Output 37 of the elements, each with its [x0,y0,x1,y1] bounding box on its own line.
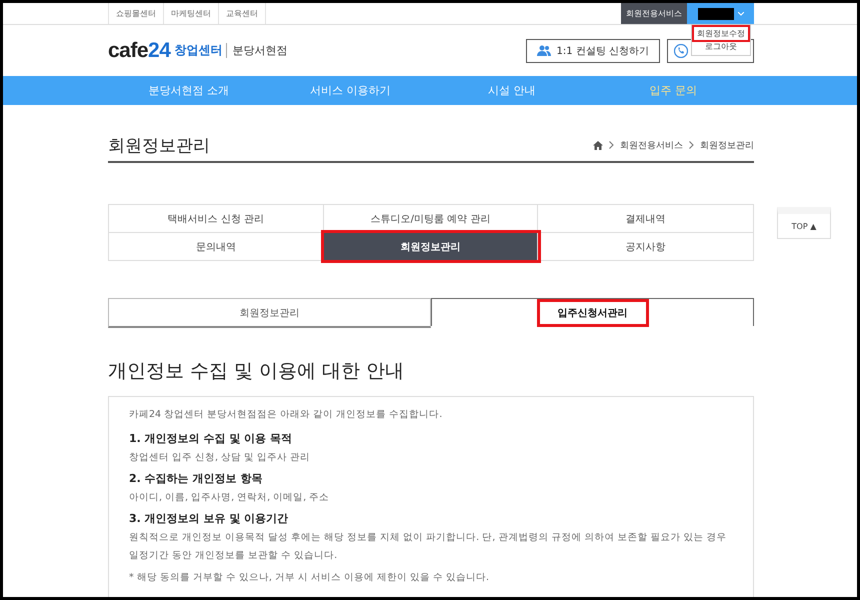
dropdown-item[interactable]: 로그아웃 [702,40,740,53]
body-text: * 해당 동의를 거부할 수 있으나, 거부 시 서비스 이용에 제한이 있을 수 있습니다. [129,571,490,585]
phone-icon [674,44,688,58]
user-menu-button[interactable] [687,3,754,24]
top-link[interactable]: 교육센터 [218,3,266,24]
breadcrumb-item[interactable]: 회원정보관리 [700,138,754,152]
body-text: 원칙적으로 개인정보 이용목적 달성 후에는 해당 정보를 지체 없이 파기합니다. 단, 관계법령의 규정에 의하여 보존할 필요가 있는 경우 일정기간 동안 개인정보를 보관할 수 있습니다. [129,531,728,563]
chevron-icon [609,141,614,149]
service-menu-item[interactable]: 결제내역 [538,205,753,233]
service-menu-item[interactable]: 회원정보관리 [324,233,538,260]
center-name: 창업센터 [174,42,222,59]
service-menu-item[interactable]: 공지사항 [538,233,753,260]
section-heading: 개인정보 수집 및 이용에 대한 안내 [108,359,406,384]
consulting-button[interactable]: 1:1 컨설팅 신청하기 [526,38,660,62]
top-link[interactable]: 쇼핑몰센터 [108,3,163,24]
body-text: 아이디, 이름, 입주사명, 연락처, 이메일, 주소 [129,491,330,505]
intro-text: 카페24 창업센터 분당서현점점은 아래와 같이 개인정보를 수집합니다. [129,408,444,422]
breadcrumb-item[interactable]: 회원전용서비스 [620,138,683,152]
home-icon[interactable] [593,140,603,150]
section-title: 1. 개인정보의 수집 및 이용 목적 [129,431,293,446]
people-icon [536,45,551,56]
service-menu-item[interactable]: 택배서비스 신청 관리 [109,205,324,233]
body-text: 창업센터 입주 신청, 상담 및 입주사 관리 [129,451,312,465]
branch-name: 분당서현점 [226,43,288,58]
section-title: 3. 개인정보의 보유 및 이용기간 [129,511,290,526]
page-title: 회원정보관리 [108,134,210,156]
caret-icon [738,12,744,16]
logo[interactable]: cafe24 [108,38,170,62]
chevron-icon [689,141,694,149]
top-button[interactable]: TOP ▲ [777,207,831,239]
tab[interactable]: 입주신청서관리 [431,298,754,326]
redacted-name [698,8,734,20]
dropdown-item[interactable]: 회원정보수정 [694,27,748,40]
tab[interactable]: 회원정보관리 [108,298,431,328]
top-link[interactable]: 마케팅센터 [163,3,218,24]
member-service-menu[interactable]: 회원전용서비스 [621,3,687,24]
section-title: 2. 수집하는 개인정보 항목 [129,471,264,486]
